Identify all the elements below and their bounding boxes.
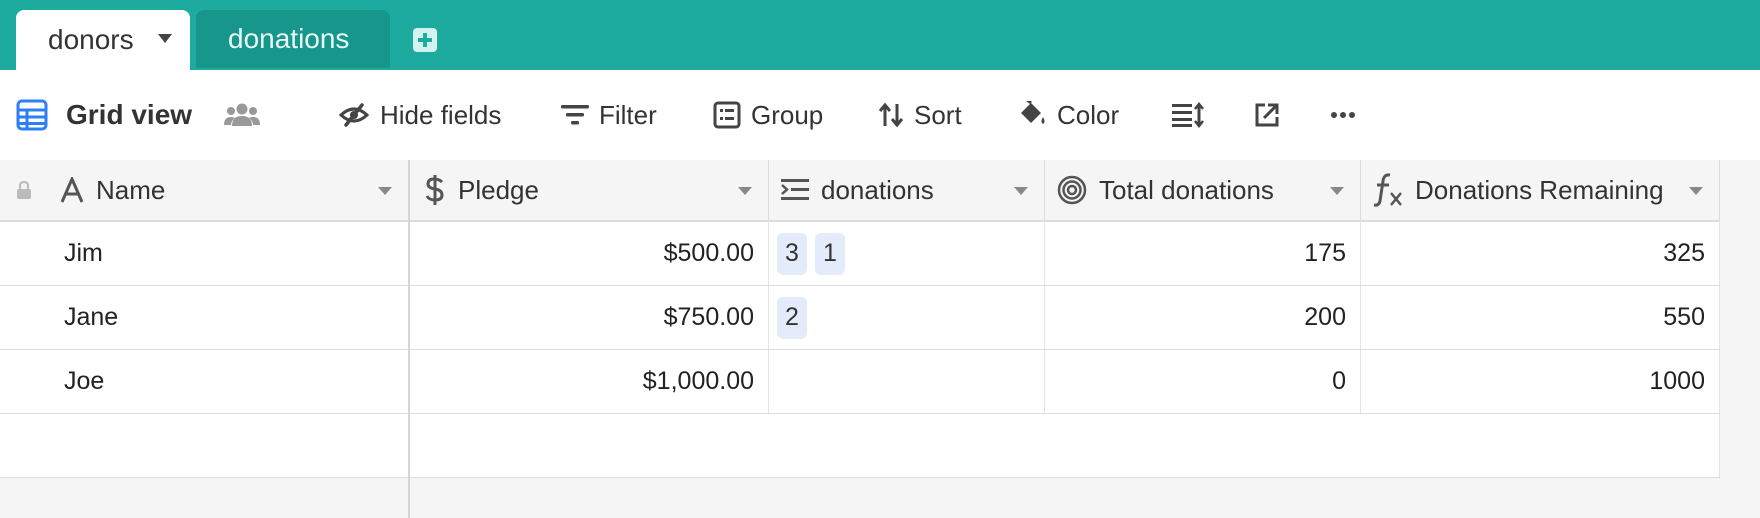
filter-label: Filter: [599, 99, 657, 130]
cell-donations[interactable]: 3 1: [769, 222, 1045, 285]
group-button[interactable]: Group: [713, 70, 823, 160]
add-row-area[interactable]: [0, 414, 1720, 478]
sort-arrows-icon: [878, 102, 904, 128]
hide-fields-label: Hide fields: [380, 99, 502, 130]
table-row[interactable]: Jane $750.00 2 200 550: [0, 286, 1720, 350]
cell-pledge[interactable]: $500.00: [410, 222, 769, 285]
cell-total-donations[interactable]: 0: [1045, 350, 1361, 413]
cell-name[interactable]: Jim: [0, 222, 409, 285]
cell-name[interactable]: Joe: [0, 350, 409, 413]
column-header-donations[interactable]: donations: [769, 160, 1045, 220]
table-tab-bar: donors donations: [0, 0, 1760, 70]
row-height-button[interactable]: [1172, 70, 1204, 160]
cell-donations[interactable]: 2: [769, 286, 1045, 349]
column-label: Pledge: [458, 174, 539, 205]
color-button[interactable]: Color: [1017, 70, 1119, 160]
chevron-down-icon[interactable]: [1014, 187, 1028, 195]
linked-record-chip[interactable]: 3: [777, 232, 807, 275]
column-header-donations-remaining[interactable]: Donations Remaining: [1361, 160, 1720, 220]
add-table-icon[interactable]: [413, 28, 437, 52]
chevron-down-icon[interactable]: [1330, 187, 1344, 195]
tab-donations[interactable]: donations: [196, 10, 390, 68]
cell-donations-remaining[interactable]: 1000: [1361, 350, 1720, 413]
chevron-down-icon[interactable]: [158, 34, 172, 43]
column-label: Donations Remaining: [1415, 174, 1664, 205]
grid-view-icon: [16, 99, 48, 131]
sort-label: Sort: [914, 99, 962, 130]
cell-donations-remaining[interactable]: 550: [1361, 286, 1720, 349]
more-dots-icon: [1330, 111, 1356, 119]
table-row[interactable]: Joe $1,000.00 0 1000: [0, 350, 1720, 414]
currency-type-icon: [424, 175, 446, 205]
view-toolbar: Grid view Hide fields Filter Group Sort …: [0, 70, 1760, 163]
column-label: Name: [96, 174, 166, 205]
cell-name[interactable]: Jane: [0, 286, 409, 349]
hide-fields-button[interactable]: Hide fields: [338, 70, 501, 160]
eye-slash-icon: [338, 103, 370, 127]
column-label: donations: [821, 174, 934, 205]
add-row-cell[interactable]: [0, 414, 409, 477]
group-label: Group: [751, 99, 824, 130]
chevron-down-icon[interactable]: [378, 187, 392, 195]
tab-label: donations: [228, 23, 350, 54]
cell-total-donations[interactable]: 175: [1045, 222, 1361, 285]
formula-type-icon: [1373, 173, 1403, 207]
table-row[interactable]: Jim $500.00 3 1 175 325: [0, 222, 1720, 286]
cell-pledge[interactable]: $750.00: [410, 286, 769, 349]
paint-bucket-icon: [1017, 101, 1047, 129]
text-type-icon: [60, 177, 84, 203]
sort-button[interactable]: Sort: [878, 70, 962, 160]
share-view-button[interactable]: [1254, 70, 1280, 160]
share-external-icon: [1254, 102, 1280, 128]
column-label: Total donations: [1099, 174, 1274, 205]
cell-donations-remaining[interactable]: 325: [1361, 222, 1720, 285]
grid-header-row: Name Pledge donations Total donations Do…: [0, 160, 1720, 222]
people-icon: [224, 102, 260, 128]
rollup-type-icon: [1057, 175, 1087, 205]
link-type-icon: [781, 178, 809, 202]
data-grid: Name Pledge donations Total donations Do…: [0, 160, 1760, 518]
view-name: Grid view: [66, 99, 193, 130]
more-options-button[interactable]: [1330, 70, 1356, 160]
tab-donors[interactable]: donors: [16, 10, 190, 70]
primary-column-divider: [408, 160, 410, 518]
filter-icon: [561, 104, 589, 126]
cell-pledge[interactable]: $1,000.00: [410, 350, 769, 413]
filter-button[interactable]: Filter: [561, 70, 657, 160]
column-header-total-donations[interactable]: Total donations: [1045, 160, 1361, 220]
color-label: Color: [1057, 99, 1120, 130]
chevron-down-icon[interactable]: [1689, 187, 1703, 195]
chevron-down-icon[interactable]: [738, 187, 752, 195]
linked-record-chip[interactable]: 1: [815, 232, 845, 275]
row-height-icon: [1172, 102, 1204, 128]
collaborators-button[interactable]: [224, 70, 260, 160]
cell-donations[interactable]: [769, 350, 1045, 413]
column-header-name[interactable]: Name: [0, 160, 409, 220]
view-switcher[interactable]: Grid view: [16, 70, 192, 160]
linked-record-chip[interactable]: 2: [777, 296, 807, 339]
cell-total-donations[interactable]: 200: [1045, 286, 1361, 349]
add-row-cell[interactable]: [410, 414, 1720, 477]
column-header-pledge[interactable]: Pledge: [410, 160, 769, 220]
tab-label: donors: [48, 24, 134, 55]
lock-icon: [16, 181, 32, 199]
group-icon: [713, 101, 741, 129]
